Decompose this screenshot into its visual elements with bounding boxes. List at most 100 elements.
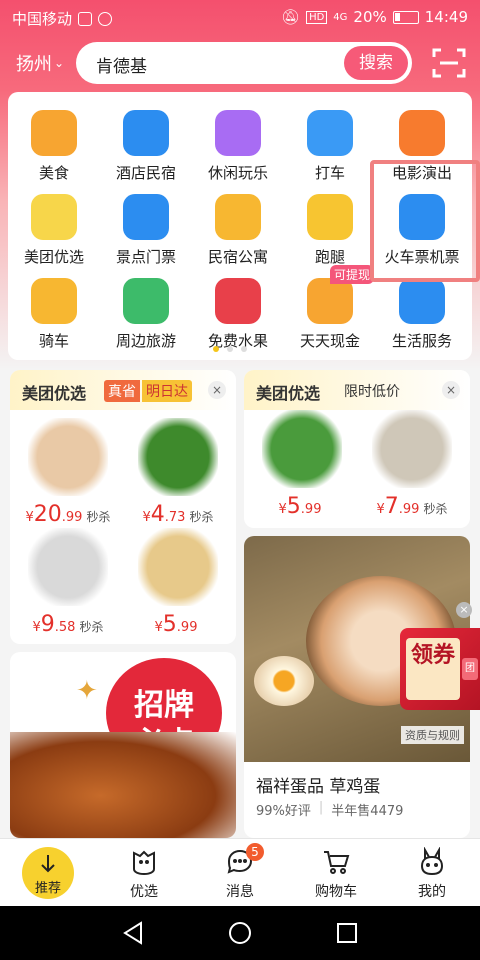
category-label: 天天现金: [299, 332, 360, 350]
carrier-label: 中国移动: [12, 10, 73, 28]
category-item[interactable]: 美团优选: [8, 186, 100, 268]
nav-item-youxuan[interactable]: 优选: [96, 839, 192, 907]
search-button[interactable]: 搜索: [344, 46, 408, 80]
price-decimal: .99: [398, 502, 420, 517]
promo-card[interactable]: 招牌 必点 ✦: [10, 652, 236, 838]
sim-icon: [78, 11, 93, 26]
product-price: ¥7.99 秒杀: [360, 494, 464, 519]
nav-item-cart[interactable]: 购物车: [288, 839, 384, 907]
cash-icon: [307, 278, 353, 324]
currency-symbol: ¥: [25, 510, 34, 525]
category-item[interactable]: 景点门票: [100, 186, 192, 268]
qualification-link[interactable]: 资质与规则: [401, 726, 464, 744]
youxuan-card[interactable]: 美团优选 真省 明日达 × ¥20.99 秒杀 ¥4.73 秒杀 ¥9.58 秒杀 ¥5.9…: [10, 370, 236, 644]
coupon-side-tab: 团: [462, 658, 478, 680]
nav-label: 推荐: [34, 881, 61, 896]
product-item[interactable]: ¥5.99: [250, 410, 354, 519]
fruit-icon: [215, 278, 261, 324]
mute-icon: 🔕︎: [281, 8, 301, 26]
product-item[interactable]: ¥9.58 秒杀: [16, 528, 120, 637]
category-label: 跑腿: [314, 248, 345, 266]
coupon-label: 领券: [406, 638, 460, 700]
limited-card[interactable]: 美团优选 限时低价 × ¥5.99 ¥7.99 秒杀: [244, 370, 470, 528]
category-item[interactable]: 骑车: [8, 270, 100, 352]
coupon-widget[interactable]: 领券 团: [400, 628, 480, 710]
scan-icon[interactable]: [432, 46, 466, 80]
product-item[interactable]: ¥5.99: [126, 528, 230, 637]
attraction-icon: [123, 194, 169, 240]
category-item[interactable]: 民宿公寓: [192, 186, 284, 268]
youxuan-card-header: 美团优选 真省 明日达 ×: [10, 370, 236, 410]
flash-sale-label: 秒杀: [423, 502, 448, 516]
bottom-nav: 推荐 优选 消息 5 购物车 我的: [0, 838, 480, 906]
back-icon[interactable]: [123, 921, 142, 945]
small-shrimp-icon: [372, 410, 452, 488]
category-item[interactable]: 美食: [8, 102, 100, 184]
system-nav-bar: [0, 906, 480, 960]
close-icon[interactable]: ×: [456, 602, 472, 618]
recents-icon[interactable]: [337, 923, 357, 943]
price-integer: 4: [150, 502, 165, 527]
travel-icon: [123, 278, 169, 324]
product-price: ¥4.73 秒杀: [126, 502, 230, 527]
product-item[interactable]: ¥4.73 秒杀: [126, 418, 230, 527]
nav-label: 消息: [226, 884, 254, 900]
category-item[interactable]: 打车: [284, 102, 376, 184]
cash-tag: 可提现: [330, 265, 375, 284]
unread-badge: 5: [246, 843, 264, 861]
category-label: 打车: [314, 164, 345, 182]
search-bar[interactable]: 肯德基 搜索: [76, 42, 412, 84]
home-icon[interactable]: [229, 922, 251, 944]
product-item[interactable]: ¥20.99 秒杀: [16, 418, 120, 527]
egg-product-title: 福祥蛋品 草鸡蛋: [256, 777, 381, 797]
nav-label: 优选: [130, 884, 158, 900]
egg-product-meta: 99%好评 | 半年售4479: [256, 800, 404, 819]
leisure-icon: [215, 110, 261, 156]
youxuan-title: 美团优选: [22, 384, 87, 403]
category-item[interactable]: 周边旅游: [100, 270, 192, 352]
nav-item-arrow-down[interactable]: 推荐: [0, 839, 96, 907]
category-label: 生活服务: [391, 332, 452, 350]
search-input[interactable]: 肯德基: [96, 52, 147, 77]
shrimp-icon: [28, 528, 108, 606]
youxuan-badge2: 明日达: [142, 380, 192, 402]
category-label: 休闲玩乐: [207, 164, 268, 182]
product-item[interactable]: ¥7.99 秒杀: [360, 410, 464, 519]
taxi-icon: [307, 110, 353, 156]
ginger-icon: [138, 528, 218, 606]
broccoli-icon: [138, 418, 218, 496]
city-selector[interactable]: 扬州 ⌄: [16, 50, 64, 76]
city-label: 扬州: [16, 54, 52, 75]
status-bar: 中国移动 🔕︎ HD 4G 20% 14:49: [0, 0, 480, 34]
currency-symbol: ¥: [278, 502, 287, 517]
currency-symbol: ¥: [154, 620, 163, 635]
product-price: ¥9.58 秒杀: [16, 612, 120, 637]
highlight-box: [370, 160, 480, 282]
egg-rating: 99%好评: [256, 804, 311, 819]
category-item[interactable]: 跑腿: [284, 186, 376, 268]
category-item[interactable]: 酒店民宿: [100, 102, 192, 184]
movie-icon: [399, 110, 445, 156]
price-integer: 9: [40, 612, 55, 637]
close-icon[interactable]: ×: [208, 381, 226, 399]
category-item[interactable]: 生活服务: [376, 270, 468, 352]
price-integer: 20: [33, 502, 62, 527]
nav-item-message[interactable]: 消息 5: [192, 839, 288, 907]
category-label: 骑车: [38, 332, 69, 350]
bike-icon: [31, 278, 77, 324]
nav-item-profile[interactable]: 我的: [384, 839, 480, 907]
food-icon: [31, 110, 77, 156]
price-integer: 5: [286, 494, 301, 519]
category-label: 美团优选: [23, 248, 84, 266]
category-label: 民宿公寓: [207, 248, 268, 266]
category-item[interactable]: 休闲玩乐: [192, 102, 284, 184]
category-item[interactable]: 免费水果: [192, 270, 284, 352]
battery-icon: [392, 10, 419, 24]
category-label: 景点门票: [115, 248, 176, 266]
close-icon[interactable]: ×: [442, 381, 460, 399]
price-decimal: .99: [176, 620, 198, 635]
flash-sale-label: 秒杀: [79, 620, 104, 634]
product-price: ¥5.99: [126, 612, 230, 637]
hd-label: HD: [306, 10, 328, 24]
currency-symbol: ¥: [376, 502, 385, 517]
